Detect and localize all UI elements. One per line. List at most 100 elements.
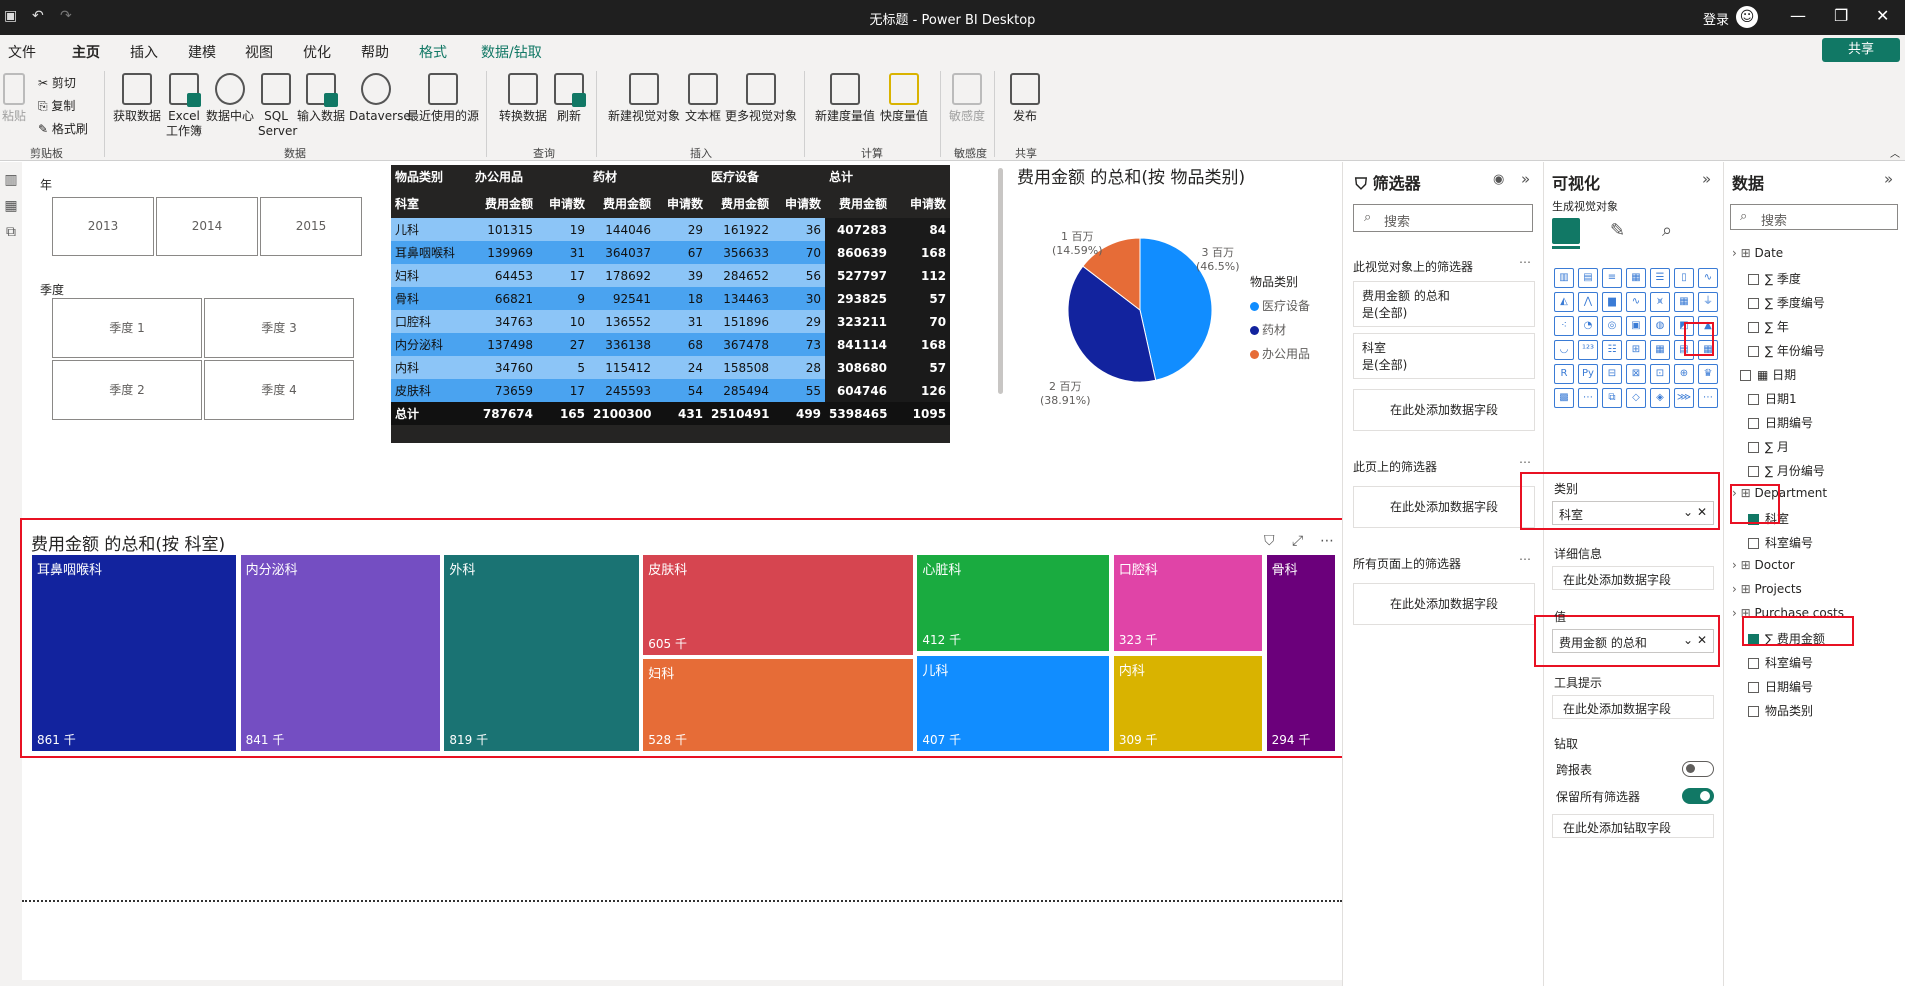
visual-type-icon[interactable]: ⁖ (1554, 316, 1574, 336)
chevron-icon[interactable]: › (1732, 606, 1741, 620)
field-checkbox[interactable] (1748, 706, 1759, 717)
paste-button[interactable]: 粘贴 (0, 73, 28, 124)
field-item[interactable]: › ⊞ Doctor (1732, 558, 1795, 572)
visual-type-icon[interactable]: ⋙ (1674, 388, 1694, 408)
new-visual-button[interactable]: 新建视觉对象 (606, 73, 682, 124)
tooltip-add-field[interactable]: 在此处添加数据字段 (1552, 695, 1714, 719)
refresh-button[interactable]: 刷新 (552, 73, 586, 124)
visual-type-icon[interactable]: ⊞ (1626, 340, 1646, 360)
visual-type-icon[interactable]: ⋯ (1578, 388, 1598, 408)
field-item[interactable]: ∑ 月 (1748, 438, 1789, 455)
tab-file[interactable]: 文件 (8, 42, 36, 62)
collapse-ribbon-icon[interactable]: ︿ (1890, 145, 1900, 160)
field-checkbox[interactable] (1748, 418, 1759, 429)
field-item[interactable]: 科室编号 (1748, 654, 1813, 671)
recent-sources-button[interactable]: 最近使用的源 (405, 73, 481, 124)
visual-type-icon[interactable]: ◔ (1578, 316, 1598, 336)
tab-help[interactable]: 帮助 (361, 42, 389, 62)
visual-type-icon[interactable]: ¹²³ (1578, 340, 1598, 360)
field-checkbox[interactable] (1748, 298, 1759, 309)
values-field-pill[interactable]: 费用金额 的总和 ⌄ ✕ (1552, 629, 1714, 653)
visual-type-icon[interactable]: ▦ (1626, 268, 1646, 288)
visual-type-icon[interactable]: ▆ (1602, 292, 1622, 312)
treemap-tile[interactable]: 皮肤科 605 千 (642, 554, 914, 656)
eye-icon[interactable]: ◉ (1493, 172, 1504, 187)
field-item[interactable]: ∑ 年份编号 (1748, 342, 1825, 359)
field-checkbox[interactable] (1748, 322, 1759, 333)
quarter-slicer-item[interactable]: 季度 2 (52, 360, 202, 420)
field-checkbox[interactable] (1748, 682, 1759, 693)
build-visual-tab-icon[interactable] (1552, 218, 1580, 244)
matrix-visual[interactable]: 物品类别 办公用品 药材 医疗设备 总计 科室 费用金额 申请数 费用金额 申请… (391, 165, 950, 443)
visual-type-icon[interactable]: ◭ (1554, 292, 1574, 312)
avatar-icon[interactable]: ☺ (1736, 6, 1758, 28)
canvas-scrollbar[interactable] (998, 168, 1003, 394)
more-options-icon[interactable]: ⋯ (1519, 552, 1531, 566)
field-item[interactable]: 日期编号 (1748, 678, 1813, 695)
details-add-field[interactable]: 在此处添加数据字段 (1552, 566, 1714, 590)
close-icon[interactable]: ✕ (1876, 6, 1889, 25)
add-all-pages-filter-field[interactable]: 在此处添加数据字段 (1353, 583, 1535, 625)
legend-item[interactable]: 医疗设备 (1250, 297, 1310, 313)
visual-type-icon[interactable]: ▩ (1554, 388, 1574, 408)
more-visuals-button[interactable]: 更多视觉对象 (724, 73, 798, 124)
matrix-column-header[interactable]: 费用金额 (589, 188, 656, 218)
filter-card[interactable]: 费用金额 的总和 是(全部) (1353, 281, 1535, 327)
matrix-row[interactable]: 妇科 64453 17 178692 39 284652 56 527797 112 (391, 264, 950, 287)
matrix-row[interactable]: 耳鼻咽喉科 139969 31 364037 67 356633 70 860639 168 (391, 241, 950, 264)
matrix-column-header[interactable]: 申请数 (891, 188, 950, 218)
visual-type-icon[interactable]: ◡ (1554, 340, 1574, 360)
matrix-row[interactable]: 皮肤科 73659 17 245593 54 285494 55 604746 126 (391, 379, 950, 402)
transform-data-button[interactable]: 转换数据 (496, 73, 550, 124)
chevron-down-icon[interactable]: ⌄ (1683, 633, 1693, 647)
category-field-pill[interactable]: 科室 ⌄ ✕ (1552, 501, 1714, 525)
matrix-row[interactable]: 口腔科 34763 10 136552 31 151896 29 323211 70 (391, 310, 950, 333)
publish-button[interactable]: 发布 (1004, 73, 1046, 124)
visual-type-icon[interactable]: ⋀ (1578, 292, 1598, 312)
tab-data-drill[interactable]: 数据/钻取 (481, 42, 542, 62)
treemap-tile[interactable]: 耳鼻咽喉科 861 千 (31, 554, 238, 752)
drill-add-field[interactable]: 在此处添加钻取字段 (1552, 814, 1714, 838)
visual-type-icon[interactable]: ♛ (1698, 364, 1718, 384)
quarter-slicer-item[interactable]: 季度 3 (204, 298, 354, 358)
visual-type-icon[interactable]: ⩙ (1650, 292, 1670, 312)
field-item[interactable]: ▦ 日期 (1740, 366, 1796, 383)
matrix-row[interactable]: 内科 34760 5 115412 24 158508 28 308680 57 (391, 356, 950, 379)
remove-field-icon[interactable]: ✕ (1697, 633, 1707, 647)
visual-type-icon[interactable]: ☷ (1602, 340, 1622, 360)
visual-type-icon[interactable]: ≡ (1602, 268, 1622, 288)
visual-type-icon[interactable]: ◇ (1626, 388, 1646, 408)
textbox-button[interactable]: 文本框 (684, 73, 722, 124)
matrix-group-header[interactable]: 医疗设备 (707, 165, 826, 188)
chevron-icon[interactable]: › (1732, 246, 1741, 260)
year-slicer-item[interactable]: 2013 (52, 197, 154, 256)
table-view-icon[interactable]: ▦ (0, 198, 22, 214)
matrix-column-header[interactable]: 费用金额 (471, 188, 537, 218)
field-checkbox[interactable] (1748, 658, 1759, 669)
data-search-input[interactable]: ⌕ 搜索 (1730, 204, 1898, 230)
cross-report-toggle[interactable] (1682, 761, 1714, 777)
field-item[interactable]: › ⊞ Date (1732, 246, 1783, 260)
treemap-tile[interactable]: 口腔科 323 千 (1112, 554, 1264, 653)
visual-type-icon[interactable]: ⊟ (1602, 364, 1622, 384)
share-button[interactable]: 共享 (1822, 38, 1900, 62)
visual-type-icon[interactable]: ▦ (1674, 292, 1694, 312)
filter-icon[interactable]: ⛉ (1264, 533, 1275, 549)
collapse-pane-icon[interactable]: » (1521, 170, 1530, 188)
field-item[interactable]: ∑ 年 (1748, 318, 1789, 335)
tab-modeling[interactable]: 建模 (188, 42, 216, 62)
matrix-row[interactable]: 内分泌科 137498 27 336138 68 367478 73 841114 168 (391, 333, 950, 356)
field-item[interactable]: 科室编号 (1748, 534, 1813, 551)
treemap-tile[interactable]: 内科 309 千 (1112, 654, 1264, 752)
visual-type-icon[interactable]: R (1554, 364, 1574, 384)
visual-type-icon[interactable]: ◈ (1650, 388, 1670, 408)
treemap-tile[interactable]: 外科 819 千 (443, 554, 640, 752)
tab-optimize[interactable]: 优化 (303, 42, 331, 62)
cut-button[interactable]: ✂ 剪切 (38, 74, 76, 91)
visual-type-icon[interactable]: ∿ (1626, 292, 1646, 312)
new-measure-button[interactable]: 新建度量值 (814, 73, 876, 124)
treemap-tile[interactable]: 妇科 528 千 (642, 658, 914, 752)
tab-format[interactable]: 格式 (419, 42, 447, 62)
visual-type-icon[interactable]: ⊕ (1674, 364, 1694, 384)
field-item[interactable]: ∑ 季度编号 (1748, 294, 1825, 311)
